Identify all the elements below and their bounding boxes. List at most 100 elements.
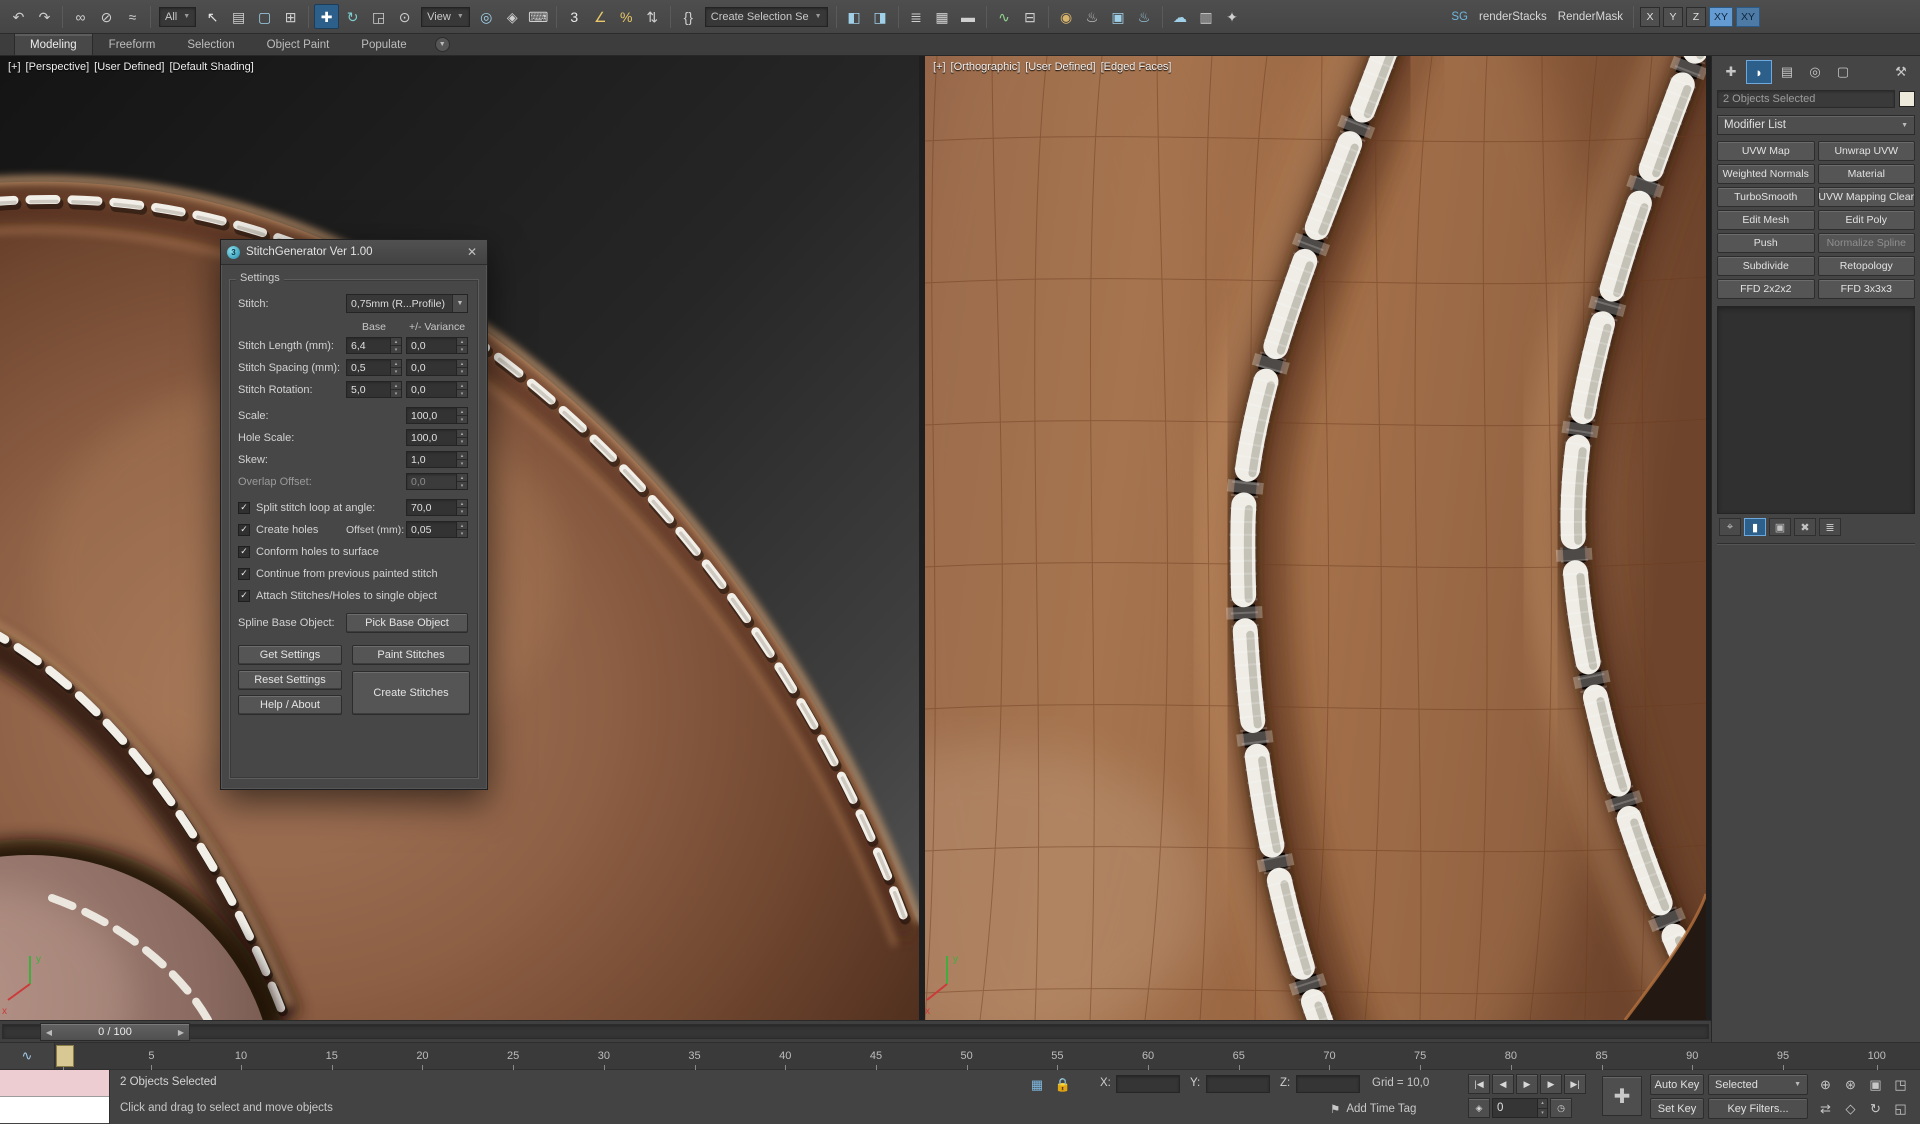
snaps-toggle-3d-icon[interactable]: 3 [562, 4, 587, 29]
spinner-snap-icon[interactable]: ⇅ [640, 4, 665, 29]
utilities-tab-icon[interactable]: ⚒ [1889, 61, 1913, 83]
modify-tab-icon[interactable]: ◗ [1747, 61, 1771, 83]
checkbox[interactable]: ✓ [238, 590, 250, 602]
hierarchy-tab-icon[interactable]: ▤ [1775, 61, 1799, 83]
value-spinner[interactable]: 100,0 ▴▾ [406, 407, 468, 424]
modifier-button[interactable]: FFD 2x2x2 [1717, 279, 1815, 299]
ribbon-tab[interactable]: Modeling [14, 34, 93, 55]
spinner-arrows[interactable]: ▴▾ [456, 408, 467, 423]
select-and-scale-icon[interactable]: ◲ [366, 4, 391, 29]
viewport-label-part[interactable]: [+] [933, 61, 946, 73]
selection-filter-dropdown[interactable]: All▼ [159, 7, 196, 27]
edit-named-selection-sets-icon[interactable]: {} [676, 4, 701, 29]
display-tab-icon[interactable]: ▢ [1831, 61, 1855, 83]
value-spinner[interactable]: 100,0 ▴▾ [406, 429, 468, 446]
show-end-result-icon[interactable]: ▮ [1744, 518, 1766, 536]
axis-xy-button[interactable]: XY [1709, 7, 1733, 27]
dialog-titlebar[interactable]: 3 StitchGenerator Ver 1.00 ✕ [221, 240, 487, 265]
modifier-button[interactable]: TurboSmooth [1717, 187, 1815, 207]
spinner-arrows[interactable]: ▴▾ [390, 382, 401, 397]
pin-stack-icon[interactable]: ⌖ [1719, 518, 1741, 536]
select-and-manipulate-icon[interactable]: ◈ [500, 4, 525, 29]
mini-listener-macro-row[interactable] [0, 1070, 109, 1097]
add-time-tag[interactable]: ⚑ Add Time Tag [1330, 1102, 1416, 1116]
make-unique-icon[interactable]: ▣ [1769, 518, 1791, 536]
key-mode-toggle-icon[interactable]: ◈ [1468, 1098, 1490, 1118]
set-key-button[interactable]: Set Key [1650, 1098, 1704, 1119]
zoom-all-icon[interactable]: ⊛ [1839, 1074, 1862, 1095]
pick-base-object-button[interactable]: Pick Base Object [346, 613, 468, 633]
orthographic-viewport-canvas[interactable]: y x [925, 56, 1706, 1020]
select-and-link-icon[interactable]: ∞ [68, 4, 93, 29]
select-object-icon[interactable]: ↖ [200, 4, 225, 29]
get-settings-button[interactable]: Get Settings [238, 645, 342, 665]
select-and-place-icon[interactable]: ⊙ [392, 4, 417, 29]
remove-modifier-icon[interactable]: ✖ [1794, 518, 1816, 536]
undo-icon[interactable]: ↶ [6, 4, 31, 29]
select-by-name-icon[interactable]: ▤ [226, 4, 251, 29]
time-configuration-icon[interactable]: ◷ [1550, 1098, 1572, 1118]
variance-spinner[interactable]: 0,0 ▴▾ [406, 359, 468, 376]
axis-y-button[interactable]: Y [1663, 7, 1683, 27]
modifier-stack[interactable] [1717, 306, 1915, 514]
modifier-button[interactable]: Normalize Spline [1818, 233, 1916, 253]
maxscript-mini-listener[interactable] [0, 1070, 110, 1124]
value-spinner[interactable]: 0,0 ▴▾ [406, 473, 468, 490]
percent-snap-icon[interactable]: % [614, 4, 639, 29]
viewport-label-part[interactable]: [Edged Faces] [1101, 61, 1172, 73]
go-to-start-button[interactable]: |◀ [1468, 1074, 1490, 1094]
split-loop-checkbox[interactable]: ✓ [238, 502, 250, 514]
set-keys-button[interactable]: ✚ [1602, 1076, 1642, 1116]
zoom-icon[interactable]: ⊕ [1814, 1074, 1837, 1095]
zoom-extents-icon[interactable]: ▣ [1864, 1074, 1887, 1095]
go-to-end-button[interactable]: ▶| [1564, 1074, 1586, 1094]
toggle-scene-explorer-icon[interactable]: ≣ [904, 4, 929, 29]
create-tab-icon[interactable]: ✚ [1719, 61, 1743, 83]
ribbon-tab[interactable]: Object Paint [251, 34, 346, 55]
help-about-button[interactable]: Help / About [238, 695, 342, 715]
curve-editor-icon[interactable]: ∿ [992, 4, 1017, 29]
modifier-button[interactable]: Unwrap UVW [1818, 141, 1916, 161]
unlink-selection-icon[interactable]: ⊘ [94, 4, 119, 29]
modifier-button[interactable]: FFD 3x3x3 [1818, 279, 1916, 299]
modifier-list-dropdown[interactable]: Modifier List ▼ [1717, 115, 1915, 135]
render-in-cloud-icon[interactable]: ☁ [1168, 4, 1193, 29]
use-pivot-point-center-icon[interactable]: ◎ [474, 4, 499, 29]
spinner-arrows[interactable]: ▴▾ [456, 360, 467, 375]
isolate-selection-icon[interactable]: ▦ [1026, 1074, 1048, 1096]
time-slider-handle[interactable]: ◀ 0 / 100 ▶ [40, 1023, 190, 1041]
auto-key-button[interactable]: Auto Key [1650, 1074, 1704, 1095]
spinner-arrows[interactable]: ▴▾ [456, 522, 467, 537]
mini-curve-editor-button[interactable]: ∿ [0, 1043, 55, 1069]
walk-through-icon[interactable]: ◇ [1839, 1098, 1862, 1119]
align-icon[interactable]: ◨ [868, 4, 893, 29]
object-name-field[interactable]: 2 Objects Selected [1717, 90, 1895, 108]
spinner-arrows[interactable]: ▴▾ [456, 500, 467, 515]
split-angle-spinner[interactable]: 70,0 ▴▾ [406, 499, 468, 516]
ribbon-options-icon[interactable]: ▼ [435, 37, 450, 52]
mini-listener-script-row[interactable] [0, 1097, 109, 1123]
select-and-move-icon[interactable]: ✚ [314, 4, 339, 29]
spinner-arrows[interactable]: ▴▾ [456, 474, 467, 489]
viewport-label-part[interactable]: [Perspective] [26, 61, 90, 73]
modifier-button[interactable]: Weighted Normals [1717, 164, 1815, 184]
keyboard-shortcut-override-icon[interactable]: ⌨ [526, 4, 551, 29]
current-frame-marker[interactable] [56, 1045, 74, 1067]
ribbon-tab[interactable]: Freeform [93, 34, 172, 55]
spinner-arrows[interactable]: ▴▾ [456, 430, 467, 445]
object-color-swatch[interactable] [1899, 91, 1915, 107]
spinner-arrows[interactable]: ▴▾ [390, 360, 401, 375]
value-spinner[interactable]: 1,0 ▴▾ [406, 451, 468, 468]
play-button[interactable]: ▶ [1516, 1074, 1538, 1094]
base-spinner[interactable]: 0,5 ▴▾ [346, 359, 402, 376]
pan-icon[interactable]: ⇄ [1814, 1098, 1837, 1119]
schematic-view-icon[interactable]: ⊟ [1018, 4, 1043, 29]
modifier-button[interactable]: Edit Poly [1818, 210, 1916, 230]
base-spinner[interactable]: 6,4 ▴▾ [346, 337, 402, 354]
orbit-icon[interactable]: ↻ [1864, 1098, 1887, 1119]
toggle-ribbon-icon[interactable]: ▬ [956, 4, 981, 29]
spinner-arrows[interactable]: ▴▾ [456, 382, 467, 397]
previous-frame-button[interactable]: ◀ [1492, 1074, 1514, 1094]
modifier-button[interactable]: UVW Map [1717, 141, 1815, 161]
mirror-icon[interactable]: ◧ [842, 4, 867, 29]
